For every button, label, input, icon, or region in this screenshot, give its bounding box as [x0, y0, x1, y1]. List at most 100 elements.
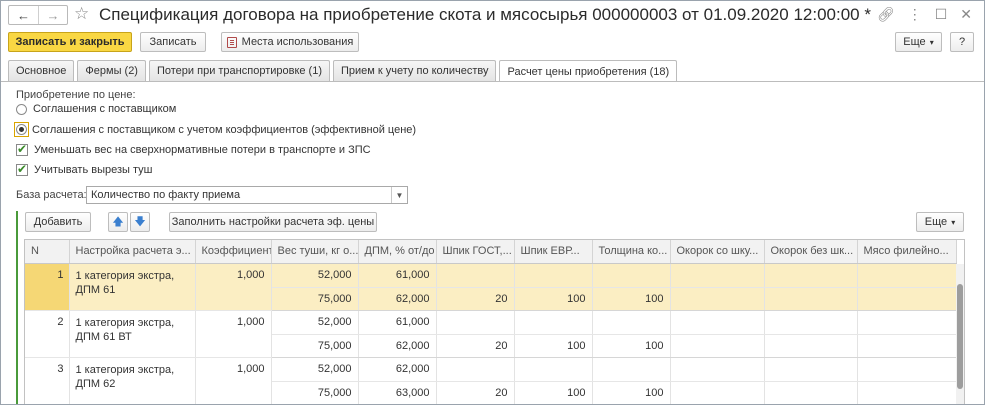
- radio-effective-price[interactable]: Соглашения с поставщиком с учетом коэффи…: [14, 122, 416, 137]
- link-icon[interactable]: 🔗︎: [877, 6, 895, 23]
- radio-effective-price-label: Соглашения с поставщиком с учетом коэффи…: [32, 123, 417, 136]
- fat-eur-cell: [514, 310, 593, 335]
- col-header-weight[interactable]: Вес туши, кг о...: [271, 240, 359, 264]
- chevron-down-icon: ▾: [929, 37, 934, 47]
- thickness-cell: [592, 310, 671, 335]
- scrollbar-thumb[interactable]: [957, 284, 963, 389]
- setting-name-line2: ДПМ 61 ВТ: [75, 330, 132, 343]
- ham-skin-cell: [670, 263, 765, 288]
- checkbox-reduce-weight[interactable]: Уменьшать вес на сверхнормативные потери…: [16, 142, 371, 156]
- fat-gost-cell: 20: [436, 381, 515, 404]
- ham-noskin-cell: [764, 310, 858, 335]
- checkbox-reduce-weight-label: Уменьшать вес на сверхнормативные потери…: [34, 144, 371, 156]
- setting-name-line1: 1 категория экстра,: [75, 363, 175, 376]
- forward-arrow-icon[interactable]: →: [37, 6, 67, 24]
- coef-cell: 1,000: [195, 263, 272, 311]
- setting-name: 1 категория экстра, ДПМ 61 ВТ: [69, 310, 196, 358]
- fat-gost-cell: [436, 357, 515, 382]
- col-header-dpm[interactable]: ДПМ, % от/до: [358, 240, 437, 264]
- row-number: 1: [25, 263, 70, 311]
- form-toolbar: Записать и закрыть Записать Места исполь…: [8, 32, 978, 52]
- coef-cell: 1,000: [195, 357, 272, 404]
- tab-quantity-acceptance[interactable]: Прием к учету по количеству: [333, 60, 497, 81]
- more-vertical-icon[interactable]: ⋮: [908, 6, 922, 23]
- thickness-cell: [592, 357, 671, 382]
- maximize-icon[interactable]: ☐: [935, 6, 948, 23]
- ham-skin-cell: [670, 381, 765, 404]
- dpm-cell: 61,000: [358, 263, 437, 288]
- checkbox-carcass-cuts[interactable]: Учитывать вырезы туш: [16, 162, 153, 176]
- radio-off-icon: [16, 103, 27, 115]
- usages-button[interactable]: Места использования: [221, 32, 359, 52]
- loin-cell: [857, 357, 957, 382]
- fat-gost-cell: [436, 310, 515, 335]
- tabs-bar: Основное Фермы (2) Потери при транспорти…: [8, 60, 680, 82]
- loin-cell: [857, 287, 957, 311]
- ham-skin-cell: [670, 334, 765, 358]
- loin-cell: [857, 310, 957, 335]
- dpm-cell: 62,000: [358, 334, 437, 358]
- help-button[interactable]: ?: [950, 32, 974, 52]
- dropdown-arrow-icon[interactable]: ▼: [391, 187, 407, 203]
- more-label: Еще: [903, 36, 926, 48]
- col-header-loin[interactable]: Мясо филейно...: [857, 240, 957, 264]
- col-header-ham-skin[interactable]: Окорок со шку...: [670, 240, 765, 264]
- radio-focus-frame: [14, 122, 29, 137]
- dpm-cell: 62,000: [358, 357, 437, 382]
- table-header-row: N Настройка расчета э... Коэффициент Вес…: [25, 240, 957, 264]
- weight-cell: 52,000: [271, 263, 359, 288]
- vertical-scrollbar[interactable]: [956, 264, 964, 404]
- active-section-bar: [16, 211, 18, 404]
- col-header-thickness[interactable]: Толщина ко...: [592, 240, 671, 264]
- move-up-icon[interactable]: 🡅: [108, 212, 128, 232]
- fat-eur-cell: [514, 357, 593, 382]
- table-more-button[interactable]: Еще ▾: [916, 212, 964, 232]
- move-down-icon[interactable]: 🡇: [130, 212, 150, 232]
- nav-buttons: ← →: [8, 5, 68, 25]
- back-arrow-icon[interactable]: ←: [9, 6, 38, 24]
- ham-noskin-cell: [764, 334, 858, 358]
- window-controls: 🔗︎ ⋮ ☐ ✕: [877, 6, 972, 23]
- setting-name-line1: 1 категория экстра,: [75, 316, 175, 329]
- row-number: 2: [25, 310, 70, 358]
- add-row-button[interactable]: Добавить: [25, 212, 91, 232]
- checkbox-checked-icon: [16, 142, 28, 156]
- close-icon[interactable]: ✕: [960, 6, 972, 23]
- tab-price-calculation[interactable]: Расчет цены приобретения (18): [499, 60, 678, 82]
- fat-gost-cell: 20: [436, 334, 515, 358]
- thickness-cell: [592, 263, 671, 288]
- table-more-label: Еще: [924, 216, 948, 228]
- thickness-cell: 100: [592, 381, 671, 404]
- fill-settings-button[interactable]: Заполнить настройки расчета эф. цены: [169, 212, 377, 232]
- tab-main[interactable]: Основное: [8, 60, 75, 81]
- more-menu-button[interactable]: Еще ▾: [895, 32, 942, 52]
- col-header-fat-eur[interactable]: Шпик ЕВР...: [514, 240, 593, 264]
- base-calc-label: База расчета:: [16, 189, 87, 201]
- tab-transport-losses[interactable]: Потери при транспортировке (1): [148, 60, 331, 81]
- col-header-n[interactable]: N: [25, 240, 70, 264]
- setting-name: 1 категория экстра, ДПМ 62: [69, 357, 196, 404]
- checkbox-carcass-cuts-label: Учитывать вырезы туш: [34, 164, 153, 176]
- radio-supplier-agreement[interactable]: Соглашения с поставщиком: [16, 103, 176, 115]
- ham-noskin-cell: [764, 287, 858, 311]
- chevron-down-icon: ▾: [951, 217, 956, 227]
- col-header-coef[interactable]: Коэффициент: [195, 240, 272, 264]
- col-header-ham-noskin[interactable]: Окорок без шк...: [764, 240, 858, 264]
- base-calc-select[interactable]: Количество по факту приема ▼: [86, 186, 408, 204]
- fat-eur-cell: [514, 263, 593, 288]
- setting-name-line1: 1 категория экстра,: [75, 269, 175, 282]
- weight-cell: 75,000: [271, 287, 359, 311]
- weight-cell: 52,000: [271, 357, 359, 382]
- table-row[interactable]: 3 1 категория экстра, ДПМ 62 1,000 52,000…: [25, 357, 957, 404]
- pricing-label: Приобретение по цене:: [16, 89, 136, 101]
- save-close-button[interactable]: Записать и закрыть: [8, 32, 132, 52]
- setting-name-line2: ДПМ 61: [75, 283, 116, 296]
- tab-farms[interactable]: Фермы (2): [77, 60, 146, 81]
- weight-cell: 75,000: [271, 381, 359, 404]
- favorite-star-icon[interactable]: ☆: [74, 4, 89, 24]
- table-row[interactable]: 1 1 категория экстра, ДПМ 61 1,000 52,000…: [25, 263, 957, 311]
- table-row[interactable]: 2 1 категория экстра, ДПМ 61 ВТ 1,000 52,…: [25, 310, 957, 358]
- col-header-setting[interactable]: Настройка расчета э...: [69, 240, 196, 264]
- col-header-fat-gost[interactable]: Шпик ГОСТ,...: [436, 240, 515, 264]
- save-button[interactable]: Записать: [140, 32, 206, 52]
